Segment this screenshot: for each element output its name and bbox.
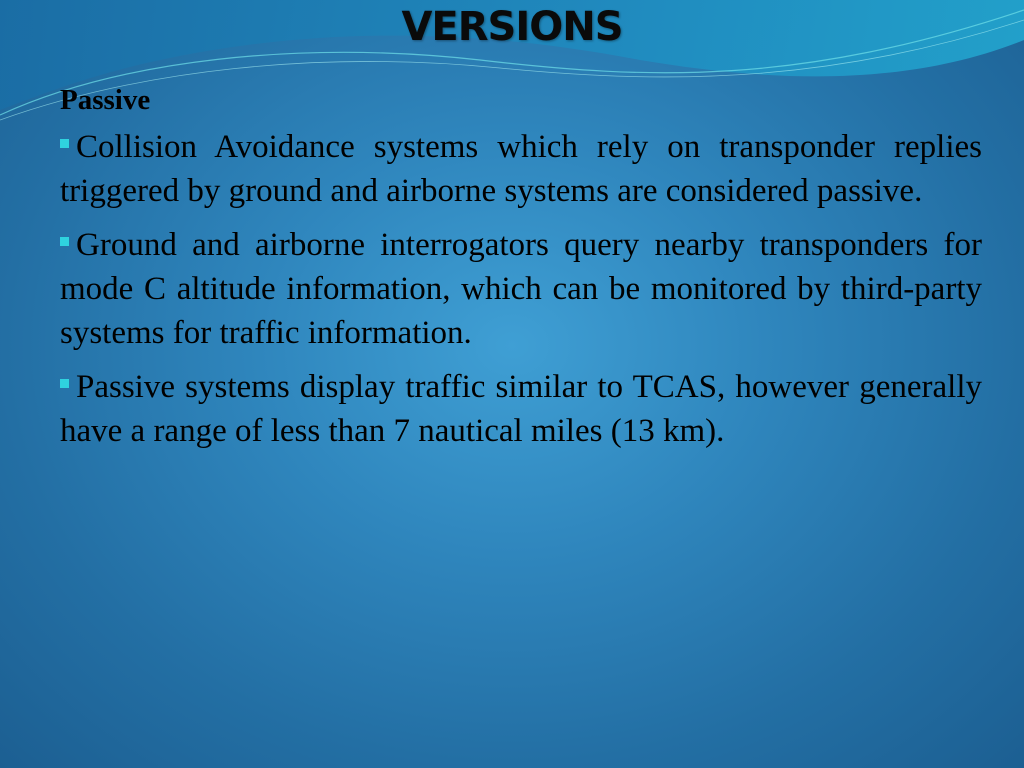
square-bullet-icon: [60, 138, 69, 148]
bullet-item: Passive systems display traffic similar …: [60, 365, 982, 453]
square-bullet-icon: [60, 236, 69, 246]
bullet-item: Ground and airborne interrogators query …: [60, 223, 982, 355]
slide-content: Passive Collision Avoidance systems whic…: [60, 84, 982, 463]
bullet-item: Collision Avoidance systems which rely o…: [60, 125, 982, 213]
bullet-text: Ground and airborne interrogators query …: [60, 227, 982, 351]
section-heading: Passive: [60, 84, 151, 116]
bullet-text: Passive systems display traffic similar …: [60, 369, 982, 449]
square-bullet-icon: [60, 378, 69, 388]
bullet-text: Collision Avoidance systems which rely o…: [60, 129, 982, 209]
slide-title: VERSIONS: [401, 4, 623, 50]
